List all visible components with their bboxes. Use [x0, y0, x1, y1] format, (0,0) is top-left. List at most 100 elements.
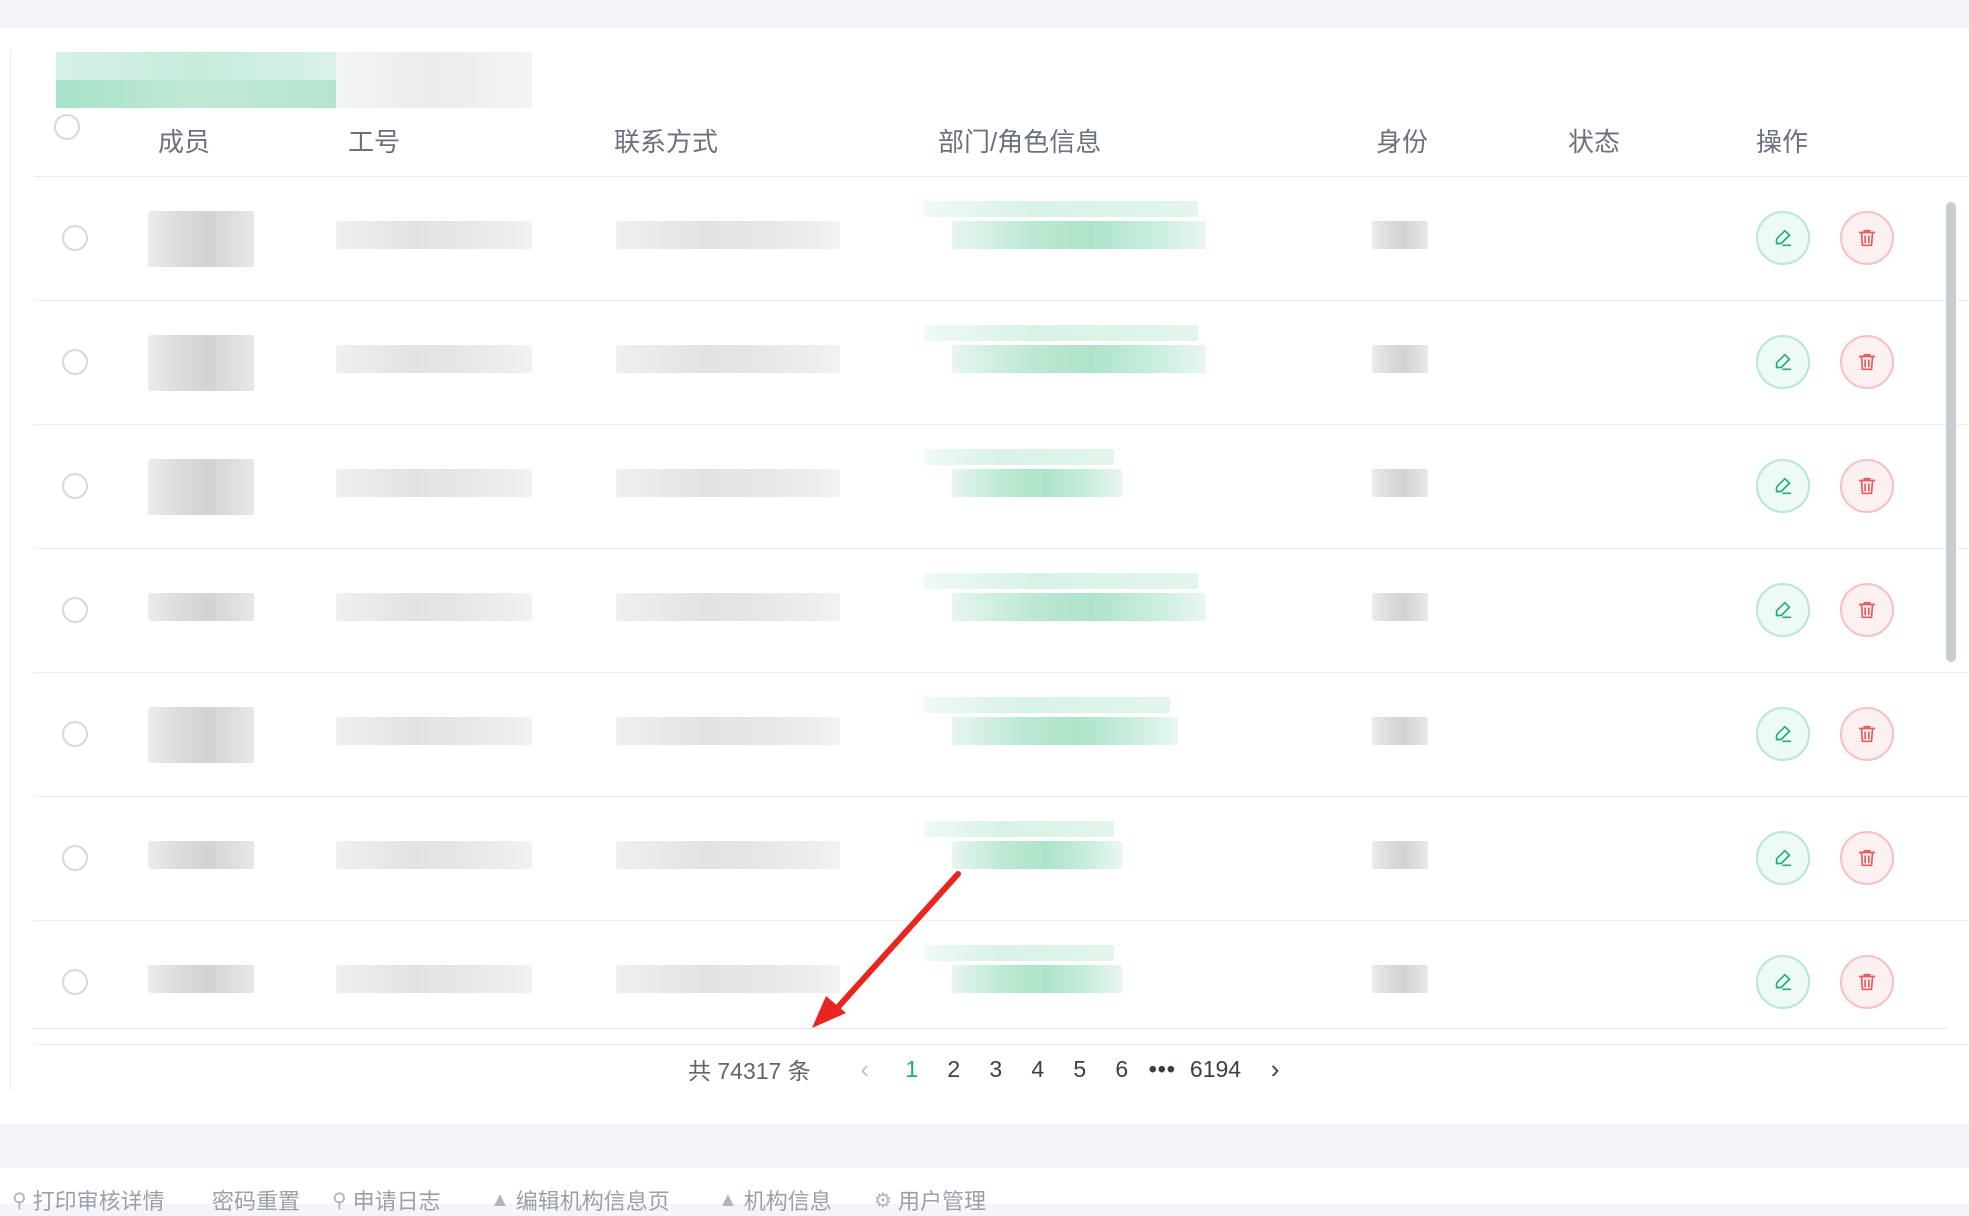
user-key-icon: ⚲: [12, 1189, 27, 1212]
identity-redacted: [1372, 345, 1428, 373]
dept-role-redacted-shadow: [924, 449, 1114, 465]
employee-id-redacted: [336, 345, 532, 373]
edit-button[interactable]: [1756, 335, 1810, 389]
member-name-redacted: [148, 965, 254, 993]
select-all-radio[interactable]: [54, 114, 80, 140]
delete-button[interactable]: [1840, 955, 1894, 1009]
table-row[interactable]: [34, 301, 1969, 425]
dept-role-redacted: [952, 469, 1122, 497]
delete-button[interactable]: [1840, 211, 1894, 265]
trash-icon: [1856, 599, 1878, 621]
footer-tab-print-review[interactable]: ⚲ 打印审核详情: [12, 1184, 165, 1216]
contact-redacted: [616, 221, 840, 249]
edit-button[interactable]: [1756, 955, 1810, 1009]
edit-button[interactable]: [1756, 707, 1810, 761]
pages-ellipsis[interactable]: •••: [1149, 1056, 1176, 1083]
identity-redacted: [1372, 965, 1428, 993]
prev-page-button[interactable]: ‹: [851, 1054, 879, 1085]
footer-tab-apply-log[interactable]: ⚲ 申请日志: [332, 1184, 441, 1216]
edit-pencil-icon: [1772, 227, 1794, 249]
footer-tab-org-info[interactable]: ▲ 机构信息: [718, 1184, 832, 1216]
row-select-radio[interactable]: [62, 597, 88, 623]
table-header: 成员 工号 联系方式 部门/角色信息 身份 状态 操作: [34, 98, 1969, 177]
employee-id-redacted: [336, 841, 532, 869]
page-1-button[interactable]: 1: [899, 1056, 925, 1083]
table-body: [34, 177, 1969, 1045]
graduation-cap-icon: ▲: [490, 1188, 510, 1211]
delete-button[interactable]: [1840, 335, 1894, 389]
footer-tab-label: 用户管理: [897, 1189, 986, 1214]
table-bottom-border: [34, 1028, 1948, 1029]
table-row[interactable]: [34, 921, 1969, 1045]
trash-icon: [1856, 723, 1878, 745]
identity-redacted: [1372, 469, 1428, 497]
delete-button[interactable]: [1840, 707, 1894, 761]
page-4-button[interactable]: 4: [1025, 1056, 1051, 1083]
member-name-redacted: [148, 335, 254, 391]
member-name-redacted: [148, 841, 254, 869]
member-name-redacted: [148, 593, 254, 621]
edit-pencil-icon: [1772, 723, 1794, 745]
dept-role-redacted: [952, 221, 1206, 249]
next-page-button[interactable]: ›: [1261, 1054, 1289, 1085]
dept-role-redacted-shadow: [924, 697, 1170, 713]
employee-id-redacted: [336, 965, 532, 993]
table-row[interactable]: [34, 797, 1969, 921]
member-name-redacted: [148, 211, 254, 267]
contact-redacted: [616, 593, 840, 621]
contact-redacted: [616, 345, 840, 373]
row-select-radio[interactable]: [62, 473, 88, 499]
dept-role-redacted: [952, 345, 1206, 373]
trash-icon: [1856, 971, 1878, 993]
delete-button[interactable]: [1840, 831, 1894, 885]
member-name-redacted: [148, 707, 254, 763]
column-header-status: 状态: [1568, 127, 1621, 157]
row-select-radio[interactable]: [62, 721, 88, 747]
footer-tab-user-management[interactable]: ⚙ 用户管理: [874, 1184, 986, 1216]
dept-role-redacted-shadow: [924, 325, 1198, 341]
column-header-contact: 联系方式: [614, 127, 719, 157]
footer-tab-label: 打印审核详情: [32, 1189, 165, 1214]
page-2-button[interactable]: 2: [941, 1056, 967, 1083]
footer-tab-label: 密码重置: [212, 1189, 301, 1214]
table-row[interactable]: [34, 425, 1969, 549]
table-row[interactable]: [34, 549, 1969, 673]
dept-role-redacted-shadow: [924, 945, 1114, 961]
row-select-radio[interactable]: [62, 349, 88, 375]
edit-button[interactable]: [1756, 211, 1810, 265]
edit-button[interactable]: [1756, 459, 1810, 513]
contact-redacted: [616, 469, 840, 497]
delete-button[interactable]: [1840, 583, 1894, 637]
table-row[interactable]: [34, 673, 1969, 797]
employee-id-redacted: [336, 221, 532, 249]
footer-tab-label: 申请日志: [352, 1189, 441, 1214]
contact-redacted: [616, 841, 840, 869]
contact-redacted: [616, 965, 840, 993]
member-name-redacted: [148, 459, 254, 515]
footer-tab-label: 机构信息: [743, 1189, 832, 1214]
footer-tab-label: 编辑机构信息页: [515, 1189, 670, 1214]
edit-pencil-icon: [1772, 475, 1794, 497]
graduation-cap-icon: ▲: [718, 1188, 738, 1211]
column-header-identity: 身份: [1376, 127, 1429, 157]
row-select-radio[interactable]: [62, 969, 88, 995]
trash-icon: [1856, 227, 1878, 249]
page-6-button[interactable]: 6: [1109, 1056, 1135, 1083]
dept-role-redacted: [952, 965, 1122, 993]
employee-id-redacted: [336, 593, 532, 621]
table-row[interactable]: [34, 177, 1969, 301]
edit-button[interactable]: [1756, 583, 1810, 637]
row-select-radio[interactable]: [62, 225, 88, 251]
table-scrollbar[interactable]: [1946, 202, 1956, 662]
page-5-button[interactable]: 5: [1067, 1056, 1093, 1083]
delete-button[interactable]: [1840, 459, 1894, 513]
footer-tab-edit-org[interactable]: ▲ 编辑机构信息页: [490, 1184, 670, 1216]
dept-role-redacted: [952, 841, 1122, 869]
identity-redacted: [1372, 593, 1428, 621]
page-3-button[interactable]: 3: [983, 1056, 1009, 1083]
column-header-actions: 操作: [1756, 127, 1809, 157]
row-select-radio[interactable]: [62, 845, 88, 871]
edit-button[interactable]: [1756, 831, 1810, 885]
last-page-button[interactable]: 6194: [1190, 1056, 1241, 1083]
footer-tab-password-reset[interactable]: 密码重置: [212, 1184, 300, 1216]
